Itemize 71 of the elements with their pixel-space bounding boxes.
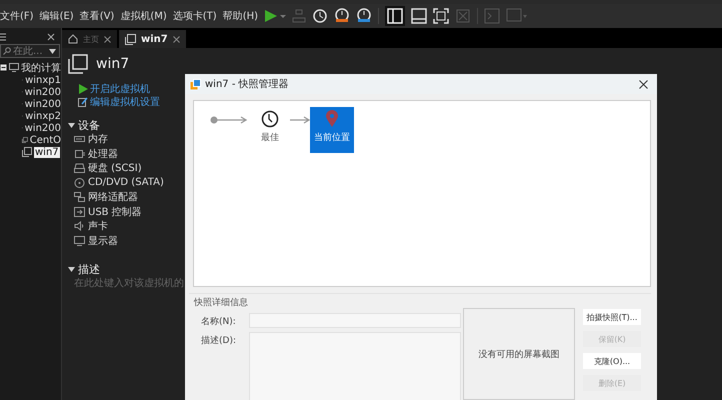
collapse-icon[interactable] bbox=[68, 266, 75, 272]
device-item[interactable]: CD/DVD (SATA) bbox=[88, 177, 164, 188]
group-title: 快照详细信息 bbox=[192, 298, 248, 308]
screenshot-message: 没有可用的屏幕截图 bbox=[478, 348, 560, 360]
menu-item[interactable]: 帮助(H) bbox=[222, 9, 258, 23]
vm-title: win7 bbox=[96, 56, 130, 72]
tree-item[interactable]: winxp2 bbox=[25, 110, 61, 122]
dialog-button[interactable]: 拍摄快照(T)... bbox=[583, 309, 641, 325]
dropdown-icon[interactable] bbox=[49, 48, 56, 54]
start-node-icon bbox=[210, 116, 248, 124]
clock-icon bbox=[261, 110, 279, 128]
field-label: 描述(D): bbox=[201, 334, 237, 348]
menu-item[interactable]: 编辑(E) bbox=[40, 9, 74, 23]
tree-item[interactable]: 我的计算 bbox=[21, 60, 61, 74]
device-item[interactable]: 声卡 bbox=[88, 219, 108, 234]
arrow-icon bbox=[290, 116, 310, 124]
action-link[interactable]: 开启此虚拟机 bbox=[90, 82, 150, 96]
edit-icon bbox=[78, 96, 88, 106]
sound-icon bbox=[74, 221, 85, 232]
console-layout-icon[interactable] bbox=[411, 8, 428, 24]
section-title: 描述 bbox=[78, 262, 100, 276]
close-icon[interactable] bbox=[639, 80, 648, 88]
tree-item[interactable]: win200 bbox=[24, 86, 61, 98]
device-item[interactable]: 内存 bbox=[88, 132, 108, 146]
play-icon bbox=[78, 84, 88, 94]
section-title: 设备 bbox=[78, 118, 100, 132]
collapse-icon[interactable] bbox=[68, 122, 75, 128]
fullscreen-icon[interactable] bbox=[433, 8, 450, 24]
clock-revert-icon[interactable] bbox=[334, 8, 350, 24]
tab[interactable]: win7 bbox=[119, 30, 186, 48]
home-icon bbox=[68, 34, 78, 44]
collapse-icon[interactable] bbox=[0, 64, 7, 71]
cpu-icon bbox=[74, 148, 85, 159]
snapshot-node[interactable]: 当前位置 bbox=[310, 107, 354, 153]
device-item[interactable]: 网络适配器 bbox=[88, 190, 138, 204]
device-item[interactable]: 硬盘 (SCSI) bbox=[88, 161, 142, 176]
device-item[interactable]: USB 控制器 bbox=[88, 204, 142, 219]
menu-item[interactable]: 查看(V) bbox=[80, 9, 114, 23]
tree-item[interactable]: winxp1 bbox=[25, 74, 61, 86]
sidebar-layout-icon[interactable] bbox=[385, 6, 406, 26]
menu-item[interactable]: 选项卡(T) bbox=[172, 9, 217, 23]
app-icon bbox=[190, 78, 201, 90]
location-pin-icon bbox=[325, 110, 339, 128]
search-icon bbox=[3, 47, 11, 55]
field-label: 名称(N): bbox=[201, 316, 237, 328]
network-icon bbox=[74, 192, 85, 202]
memory-icon bbox=[74, 134, 85, 144]
computer-icon bbox=[9, 63, 19, 72]
cdrom-icon bbox=[74, 178, 85, 188]
dialog-button[interactable]: 克隆(O)... bbox=[583, 353, 641, 369]
menu-item[interactable]: 虚拟机(M) bbox=[120, 9, 167, 23]
tree-item[interactable]: win7 bbox=[34, 146, 60, 158]
device-item[interactable]: 处理器 bbox=[88, 146, 118, 161]
display-icon bbox=[74, 236, 85, 246]
disk-icon bbox=[74, 163, 85, 174]
menu-item[interactable]: 文件(F) bbox=[0, 9, 34, 23]
dialog-title: win7 - 快照管理器 bbox=[205, 78, 289, 91]
snapshot-node[interactable]: 最佳 bbox=[252, 107, 288, 147]
usb-icon bbox=[74, 206, 85, 217]
panel-icon bbox=[0, 33, 6, 41]
action-link[interactable]: 编辑虚拟机设置 bbox=[90, 94, 160, 108]
tree-item[interactable]: win200 bbox=[24, 122, 61, 134]
close-icon[interactable] bbox=[47, 33, 55, 41]
clock-icon[interactable] bbox=[312, 8, 328, 24]
search-field[interactable]: 在此... bbox=[0, 44, 60, 58]
play-icon[interactable] bbox=[264, 9, 286, 23]
tree-item[interactable]: win200 bbox=[24, 98, 61, 110]
close-icon[interactable] bbox=[104, 36, 111, 42]
device-item[interactable]: 显示器 bbox=[88, 234, 118, 248]
clock-manager-icon[interactable] bbox=[356, 8, 372, 24]
tree-item[interactable]: CentO bbox=[30, 134, 61, 146]
